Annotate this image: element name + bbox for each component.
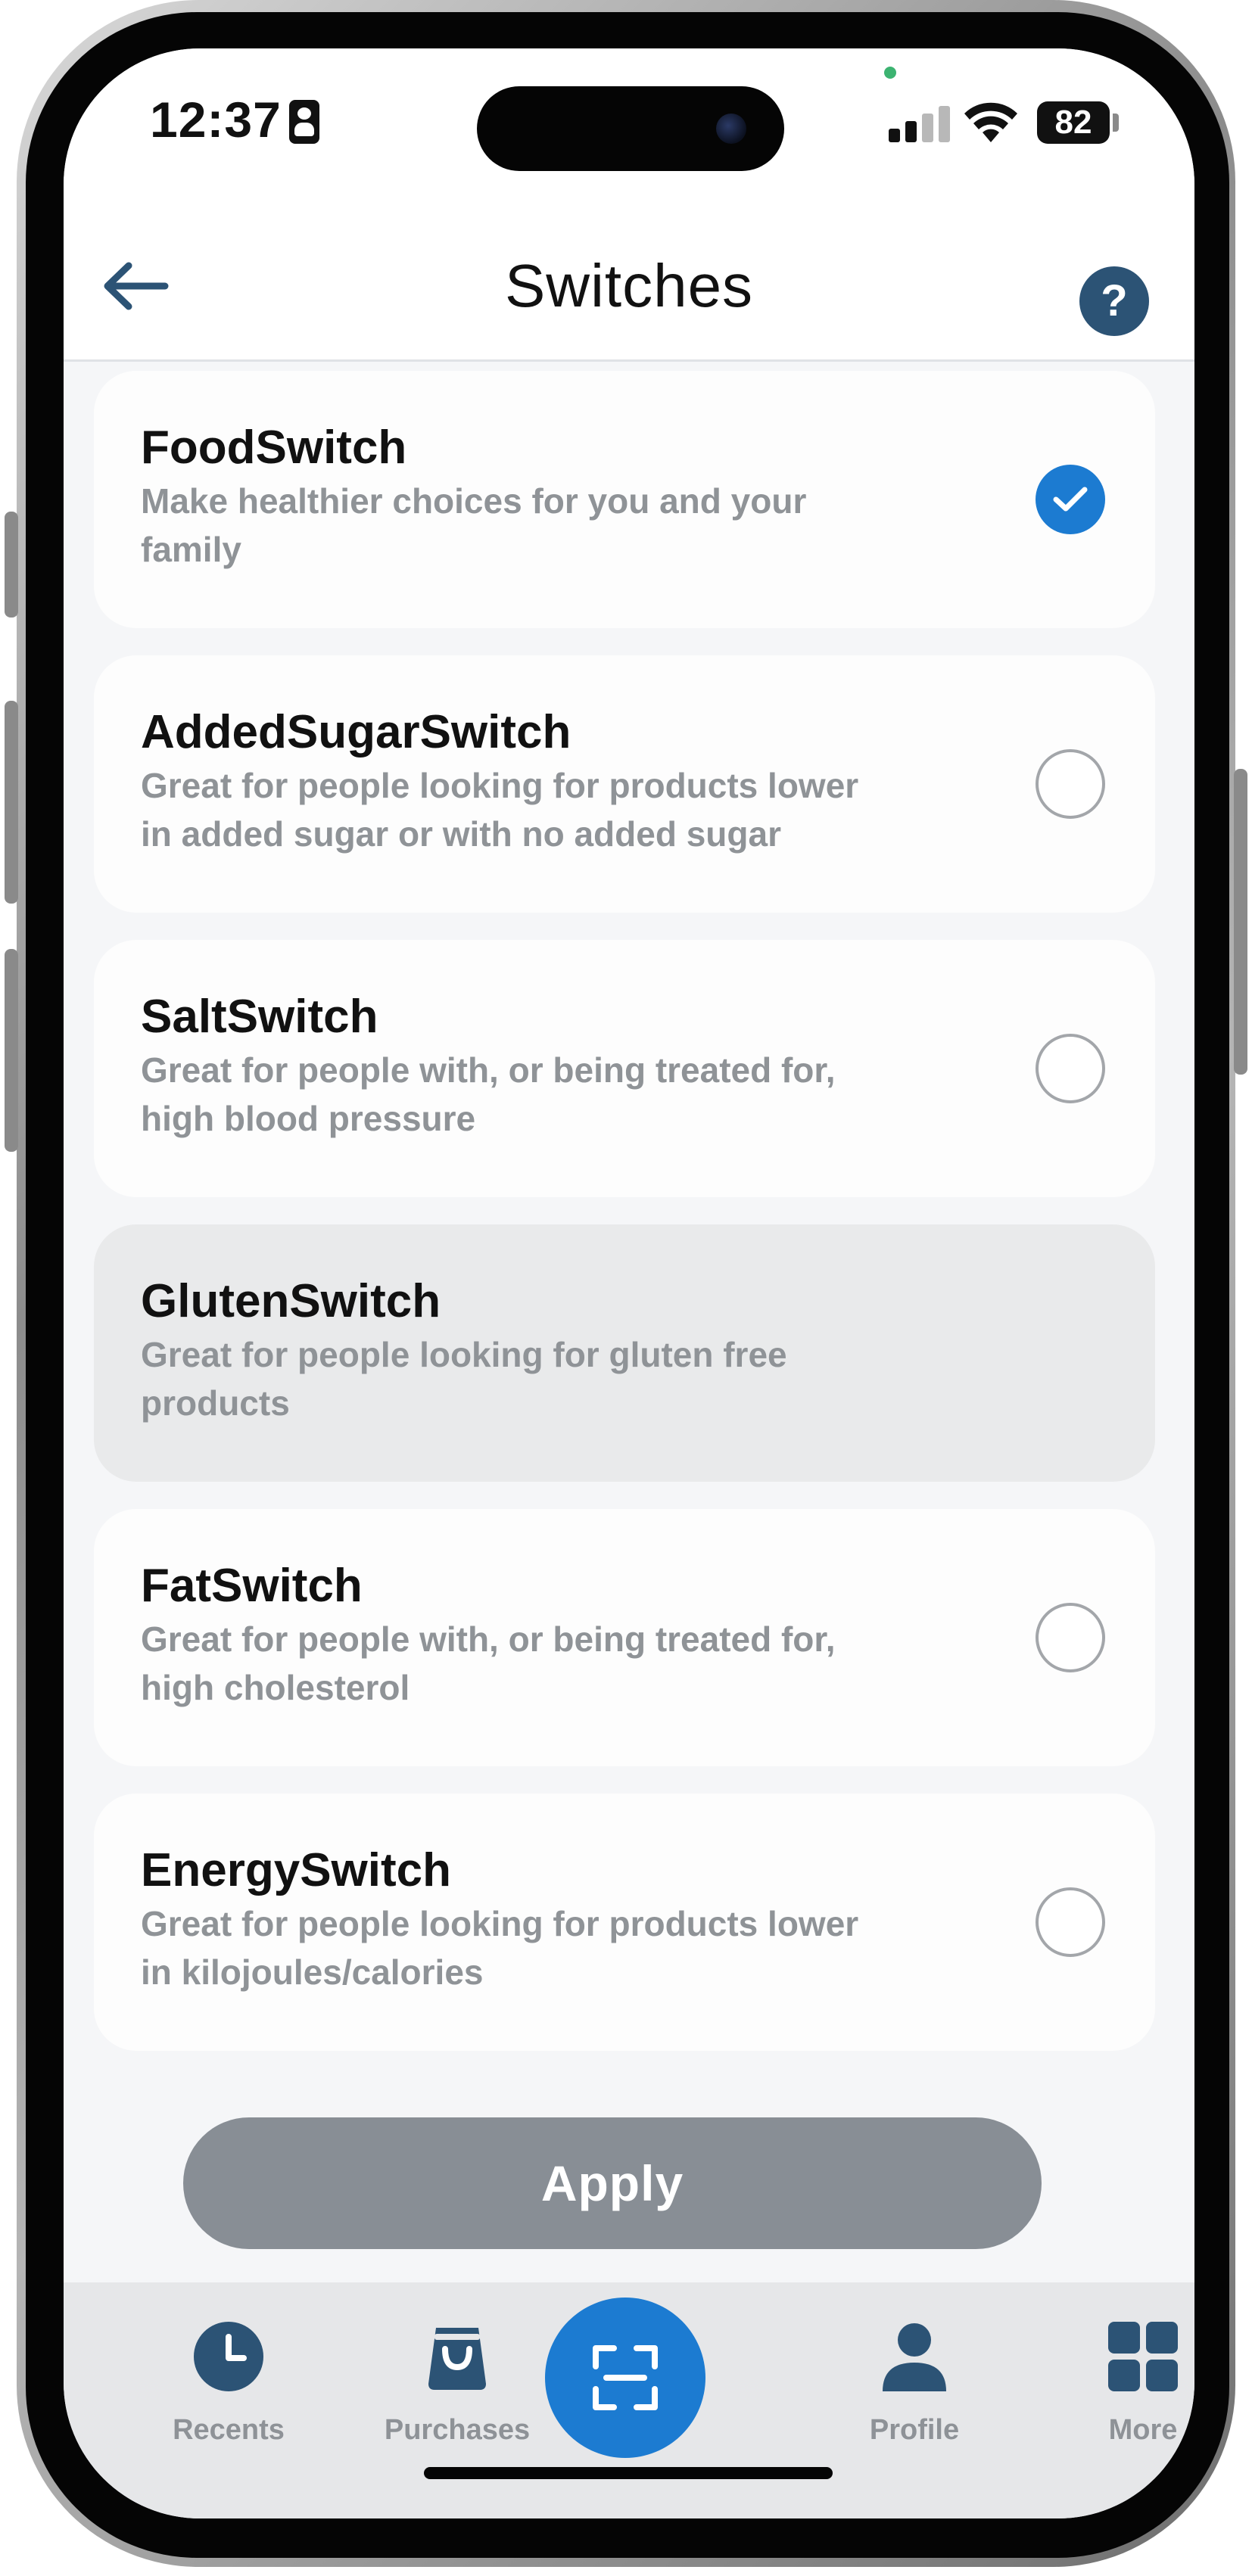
switch-title: SaltSwitch: [141, 991, 378, 1043]
tab-label: More: [1108, 2414, 1178, 2446]
camera-icon: [716, 114, 746, 144]
switch-title: FatSwitch: [141, 1560, 363, 1612]
checkmark-icon: [1053, 487, 1088, 512]
arrow-left-icon: [104, 262, 169, 310]
contact-card-icon: [289, 100, 319, 144]
switch-description: Great for people with, or being treated …: [141, 1619, 836, 1707]
switch-radio[interactable]: [1036, 1603, 1105, 1672]
volume-up-button: [5, 701, 18, 904]
switch-title: EnergySwitch: [141, 1844, 451, 1896]
tab-profile[interactable]: Profile: [808, 2320, 1020, 2472]
status-time: 12:37: [150, 92, 282, 148]
switch-card-fatswitch[interactable]: FatSwitch Great for people with, or bein…: [94, 1509, 1155, 1766]
switch-description: Great for people with, or being treated …: [141, 1050, 836, 1138]
battery-indicator: 82: [1037, 101, 1110, 144]
switch-description: Make healthier choices for you and your …: [141, 481, 807, 569]
page-header: Switches ?: [64, 200, 1194, 362]
switch-radio[interactable]: [1036, 749, 1105, 819]
wifi-icon: [964, 102, 1017, 142]
tab-purchases[interactable]: Purchases: [351, 2320, 563, 2472]
shopping-bag-icon: [428, 2328, 486, 2390]
switch-radio[interactable]: [1036, 1887, 1105, 1957]
privacy-indicator-dot: [884, 67, 896, 79]
switch-radio[interactable]: [1036, 1034, 1105, 1103]
switch-title: FoodSwitch: [141, 422, 407, 474]
switch-card-addedsugarswitch[interactable]: AddedSugarSwitch Great for people lookin…: [94, 655, 1155, 913]
switch-description: Great for people looking for gluten free…: [141, 1335, 787, 1423]
switch-title: AddedSugarSwitch: [141, 706, 571, 758]
cellular-signal-icon: [889, 104, 952, 142]
person-icon: [883, 2323, 946, 2391]
dynamic-island: [477, 86, 784, 171]
switch-radio-selected[interactable]: [1036, 465, 1105, 534]
apply-button[interactable]: Apply: [183, 2117, 1042, 2249]
scan-button[interactable]: [545, 2298, 705, 2458]
switch-title: GlutenSwitch: [141, 1275, 441, 1327]
tab-more[interactable]: More: [1037, 2320, 1194, 2472]
page-title: Switches: [504, 252, 754, 319]
switch-card-energyswitch[interactable]: EnergySwitch Great for people looking fo…: [94, 1794, 1155, 2051]
battery-cap: [1113, 114, 1119, 132]
switch-description: Great for people looking for products lo…: [141, 1904, 859, 1992]
barcode-scan-icon: [593, 2345, 658, 2410]
help-button[interactable]: ?: [1079, 266, 1149, 336]
power-button: [1234, 769, 1247, 1075]
back-button[interactable]: [94, 248, 177, 324]
switch-card-glutenswitch: GlutenSwitch Great for people looking fo…: [94, 1224, 1155, 1482]
tab-label: Purchases: [384, 2414, 531, 2446]
app-screen: 12:37 82 Switches ? FoodSwitch Make heal…: [64, 48, 1194, 2518]
switch-card-saltswitch[interactable]: SaltSwitch Great for people with, or bei…: [94, 940, 1155, 1197]
grid-icon: [1108, 2322, 1178, 2391]
switch-description: Great for people looking for products lo…: [141, 766, 859, 854]
clock-icon: [194, 2322, 263, 2391]
tab-recents[interactable]: Recents: [123, 2320, 335, 2472]
silent-switch: [5, 512, 18, 618]
tab-label: Profile: [869, 2414, 960, 2446]
home-indicator: [424, 2467, 833, 2479]
tab-label: Recents: [173, 2414, 285, 2446]
volume-down-button: [5, 949, 18, 1152]
switch-card-foodswitch[interactable]: FoodSwitch Make healthier choices for yo…: [94, 371, 1155, 628]
